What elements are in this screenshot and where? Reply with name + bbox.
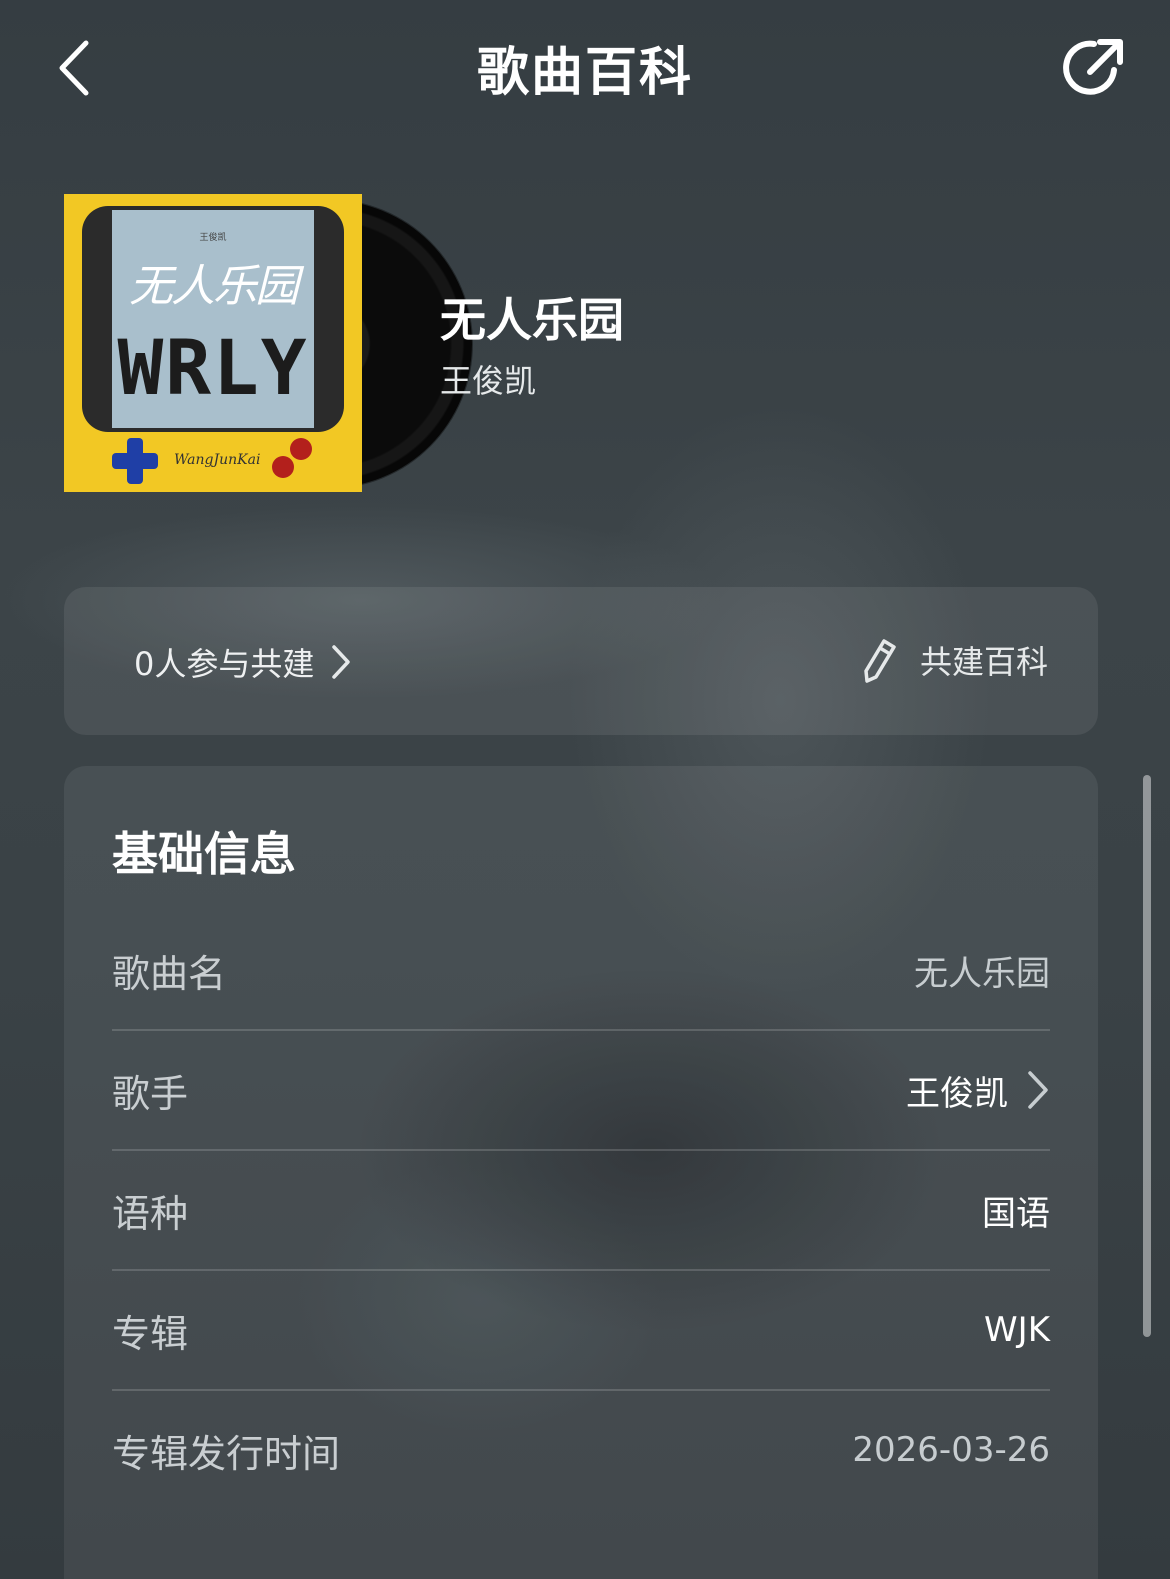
info-label: 专辑发行时间 (112, 1431, 341, 1476)
info-value: 国语 (982, 1193, 1050, 1234)
info-row-language: 语种 国语 (112, 1151, 1050, 1269)
info-label: 歌曲名 (112, 951, 227, 996)
info-value: 无人乐园 (914, 953, 1050, 994)
basic-info-heading: 基础信息 (112, 827, 296, 881)
chevron-right-icon (1028, 1071, 1048, 1109)
cover-pixel-text: WRLY (117, 323, 309, 412)
cover-script-title: 无人乐园 (129, 261, 299, 312)
scrollbar[interactable] (1143, 775, 1151, 1337)
share-icon (1063, 39, 1123, 95)
edit-wiki-button[interactable]: 共建百科 (862, 637, 1048, 683)
cover-signature: WangJunKai (174, 452, 261, 468)
info-value: WJK (984, 1310, 1050, 1350)
edit-wiki-label: 共建百科 (919, 643, 1048, 681)
info-row-album: 专辑 WJK (112, 1271, 1050, 1389)
dpad-icon (112, 438, 158, 484)
chevron-right-icon (332, 645, 351, 679)
cover-screen-frame: 王俊凯 无人乐园 WRLY (82, 206, 344, 432)
header-bar: 歌曲百科 (0, 0, 1170, 140)
game-button-b-icon (290, 438, 312, 460)
pencil-icon (864, 639, 896, 683)
info-row-artist[interactable]: 歌手 王俊凯 (112, 1031, 1050, 1149)
participants-label: 0人参与共建 (134, 645, 315, 683)
info-row-song-name: 歌曲名 无人乐园 (112, 911, 1050, 1029)
song-artist[interactable]: 王俊凯 (440, 356, 536, 402)
info-label: 语种 (112, 1191, 189, 1236)
album-cover-group[interactable]: 王俊凯 无人乐园 WRLY WangJunKai (64, 194, 472, 494)
info-label: 歌手 (112, 1071, 189, 1116)
info-row-release-date: 专辑发行时间 2026-03-26 (112, 1391, 1050, 1509)
cover-small-artist: 王俊凯 (199, 233, 227, 243)
share-button[interactable] (1058, 30, 1132, 104)
info-label: 专辑 (112, 1311, 189, 1356)
basic-info-card: 基础信息 歌曲名 无人乐园 歌手 王俊凯 语种 国语 专辑 WJK 专辑发行时间… (64, 766, 1098, 1579)
song-title: 无人乐园 (440, 293, 624, 347)
page-title: 歌曲百科 (476, 43, 693, 103)
participants-link[interactable]: 0人参与共建 (134, 639, 352, 685)
game-button-a-icon (272, 456, 294, 478)
contribute-card: 0人参与共建 共建百科 (64, 587, 1098, 735)
artist-link[interactable]: 王俊凯 (906, 1066, 1050, 1115)
cover-screen: 王俊凯 无人乐园 WRLY (112, 210, 314, 428)
info-value: 2026-03-26 (852, 1430, 1050, 1470)
album-cover: 王俊凯 无人乐园 WRLY WangJunKai (64, 194, 362, 492)
info-value: 王俊凯 (906, 1073, 1008, 1114)
basic-info-list: 歌曲名 无人乐园 歌手 王俊凯 语种 国语 专辑 WJK 专辑发行时间 2026… (112, 911, 1050, 1509)
